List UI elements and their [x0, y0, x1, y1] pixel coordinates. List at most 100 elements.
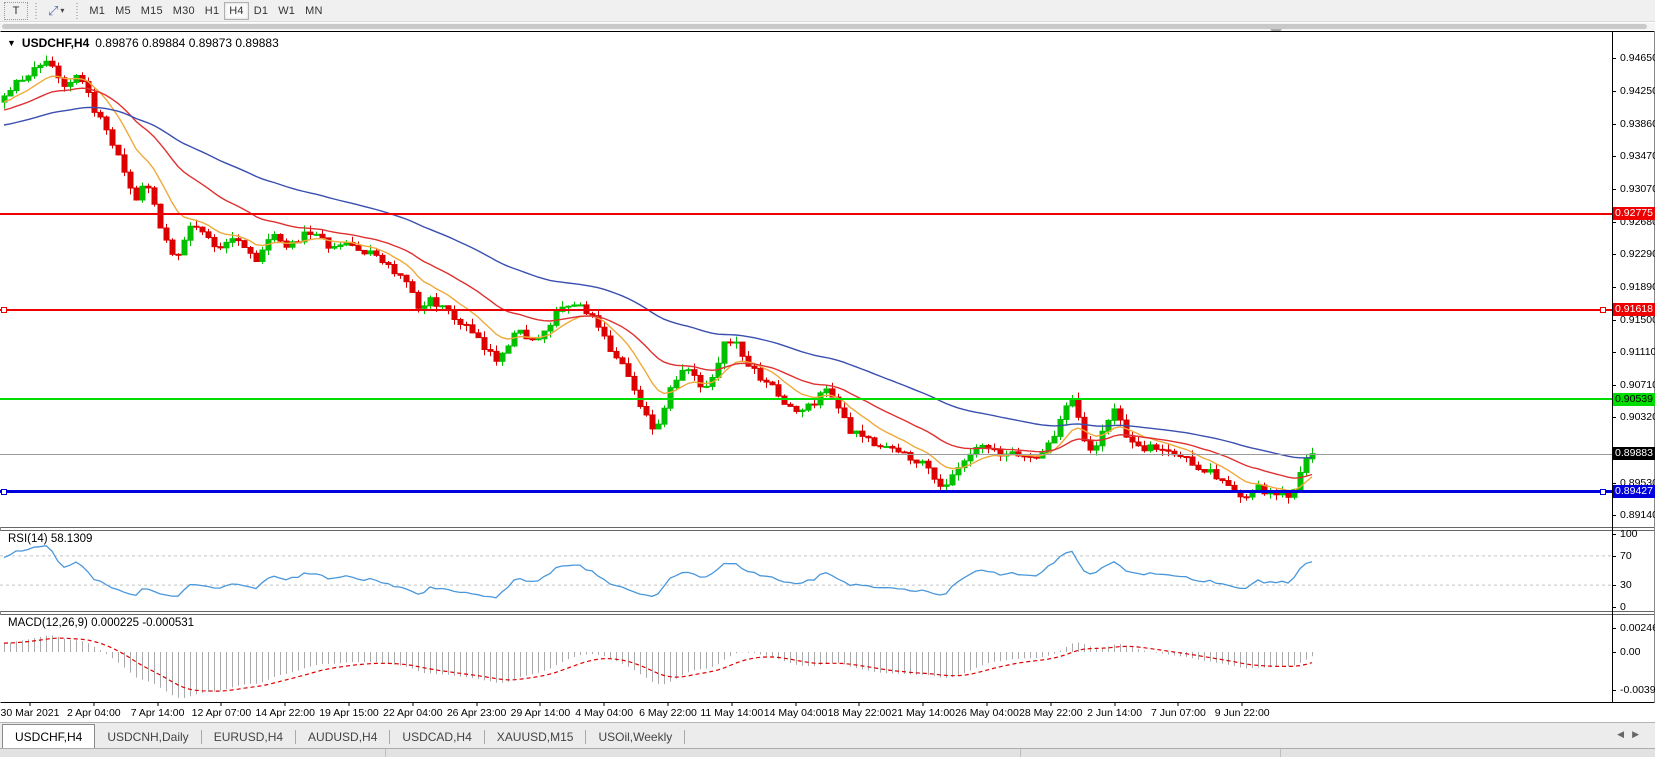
price-line-badge: 0.89427: [1613, 485, 1655, 499]
toolbar-grip: [33, 2, 38, 19]
timeframe-d1-button[interactable]: D1: [249, 2, 273, 20]
macd-axis-label: 0.002465: [1620, 622, 1655, 634]
timeframe-h1-button[interactable]: H1: [200, 2, 224, 20]
rsi-chart[interactable]: [0, 531, 1612, 611]
time-axis-label: 26 Apr 23:00: [446, 707, 507, 719]
chart-ohlc-values: 0.89876 0.89884 0.89873 0.89883: [95, 36, 279, 50]
rsi-axis-tick: [1612, 585, 1616, 587]
price-axis-tick: [1612, 156, 1616, 157]
bottom-scrollbar[interactable]: [0, 748, 1655, 757]
time-axis-tick: [603, 702, 605, 706]
time-axis-label: 6 May 22:00: [639, 707, 697, 719]
macd-label: MACD(12,26,9) 0.000225 -0.000531: [6, 617, 197, 629]
chart-scrollbar-thumb[interactable]: [2, 24, 1647, 29]
time-axis-tick: [986, 702, 988, 706]
tab-audusd-h4[interactable]: AUDUSD,H4: [296, 726, 389, 748]
current-price-badge: 0.89883: [1613, 447, 1655, 461]
price-axis-label: 0.91890: [1620, 281, 1655, 294]
time-axis-tick: [157, 702, 159, 706]
time-axis-tick: [731, 702, 733, 706]
timeframe-m30-button[interactable]: M30: [168, 2, 200, 20]
current-price-line: [0, 453, 1612, 455]
macd-axis-tick: [1612, 652, 1616, 653]
horizontal-line-object[interactable]: [0, 212, 1612, 215]
time-axis-tick: [412, 702, 414, 706]
panel-separator[interactable]: [0, 611, 1655, 612]
price-axis-label: 0.94650: [1620, 52, 1655, 64]
time-axis-label: 7 Apr 14:00: [130, 707, 185, 719]
time-axis-label: 12 Apr 07:00: [191, 707, 252, 719]
tab-scroll-left-icon[interactable]: ◀: [1617, 729, 1632, 739]
price-axis-line: [1612, 31, 1613, 703]
time-axis-tick: [539, 702, 541, 706]
rsi-panel-canvas[interactable]: [0, 531, 1612, 611]
macd-axis-tick: [1612, 690, 1616, 691]
horizontal-line-object[interactable]: [0, 490, 1612, 494]
symbol-tab-bar: USDCHF,H4 USDCNH,Daily EURUSD,H4 AUDUSD,…: [0, 722, 1655, 748]
price-axis-tick: [1612, 351, 1616, 353]
price-axis-tick: [1612, 287, 1616, 289]
tab-eurusd-h4[interactable]: EURUSD,H4: [202, 726, 295, 748]
macd-panel-canvas[interactable]: [0, 615, 1612, 702]
time-axis-line: [0, 702, 1655, 703]
price-axis-tick: [1612, 483, 1616, 484]
time-axis-tick: [667, 702, 669, 706]
time-axis-tick: [1177, 702, 1179, 706]
tab-usdchf-h4[interactable]: USDCHF,H4: [2, 724, 96, 748]
price-axis-tick: [1612, 385, 1616, 387]
timeframe-h4-button[interactable]: H4: [224, 1, 249, 20]
time-axis-tick: [348, 702, 350, 706]
price-axis-tick: [1612, 58, 1616, 59]
time-axis-label: 29 Apr 14:00: [510, 707, 571, 719]
horizontal-line-object[interactable]: [0, 308, 1612, 311]
price-axis-label: 0.93070: [1620, 183, 1655, 196]
horizontal-line-object[interactable]: [0, 398, 1612, 401]
chart-scrollbar-track[interactable]: [0, 23, 1655, 30]
time-axis-tick: [795, 702, 797, 706]
time-axis-label: 11 May 14:00: [700, 707, 764, 719]
tab-scroll-right-icon[interactable]: ▶: [1632, 729, 1647, 739]
time-axis-label: 7 Jun 07:00: [1150, 707, 1206, 719]
price-axis-tick: [1612, 91, 1616, 93]
tab-usdcnh-daily[interactable]: USDCNH,Daily: [95, 726, 200, 748]
tab-scroll-arrows[interactable]: ◀▶: [1617, 729, 1647, 740]
time-axis-label: 26 May 04:00: [955, 707, 1019, 719]
price-axis-tick: [1612, 417, 1616, 419]
time-axis-label: 19 Apr 15:00: [319, 707, 379, 719]
tab-usdcad-h4[interactable]: USDCAD,H4: [390, 726, 483, 748]
price-axis-label: 0.91110: [1620, 345, 1655, 358]
time-axis-tick: [284, 702, 286, 706]
timeframe-mn-button[interactable]: MN: [300, 2, 328, 20]
time-axis-label: 22 Apr 04:00: [383, 707, 443, 719]
timeframe-m1-button[interactable]: M1: [84, 2, 110, 20]
tab-xauusd-m15[interactable]: XAUUSD,M15: [485, 726, 586, 748]
price-axis-tick: [1612, 123, 1616, 125]
timeframe-m15-button[interactable]: M15: [136, 2, 168, 20]
line-anchor-marker[interactable]: [1, 306, 7, 313]
timeframe-m5-button[interactable]: M5: [110, 2, 136, 20]
rsi-line: [3, 545, 1313, 599]
time-axis-label: 30 Mar 2021: [0, 707, 60, 719]
macd-chart[interactable]: [0, 615, 1612, 702]
scrollbar-divider: [385, 749, 386, 757]
time-axis-label: 4 May 04:00: [575, 707, 634, 719]
rsi-axis-tick: [1612, 534, 1616, 535]
scrollbar-divider: [1020, 749, 1021, 757]
price-axis-label: 0.90320: [1620, 411, 1655, 424]
time-axis-label: 28 May 22:00: [1018, 707, 1083, 719]
line-anchor-marker[interactable]: [1600, 306, 1606, 313]
timeframe-w1-button[interactable]: W1: [273, 2, 300, 20]
time-axis-label: 14 May 04:00: [763, 707, 828, 719]
price-axis-label: 0.93860: [1620, 117, 1655, 130]
line-anchor-marker[interactable]: [1600, 488, 1606, 495]
chevron-down-icon[interactable]: ▼: [7, 38, 16, 48]
panel-separator[interactable]: [0, 527, 1655, 528]
tab-usoil-weekly[interactable]: USOil,Weekly: [586, 726, 684, 748]
line-anchor-marker[interactable]: [1, 488, 7, 495]
symbols-button[interactable]: ⤢ ▾: [43, 2, 69, 20]
symbols-arrows-icon: ⤢: [48, 3, 59, 18]
text-tool-button[interactable]: T: [4, 1, 28, 20]
macd-axis-tick: [1612, 628, 1616, 629]
price-axis-label: 0.94250: [1620, 85, 1655, 98]
price-line-badge: 0.92775: [1613, 207, 1655, 221]
